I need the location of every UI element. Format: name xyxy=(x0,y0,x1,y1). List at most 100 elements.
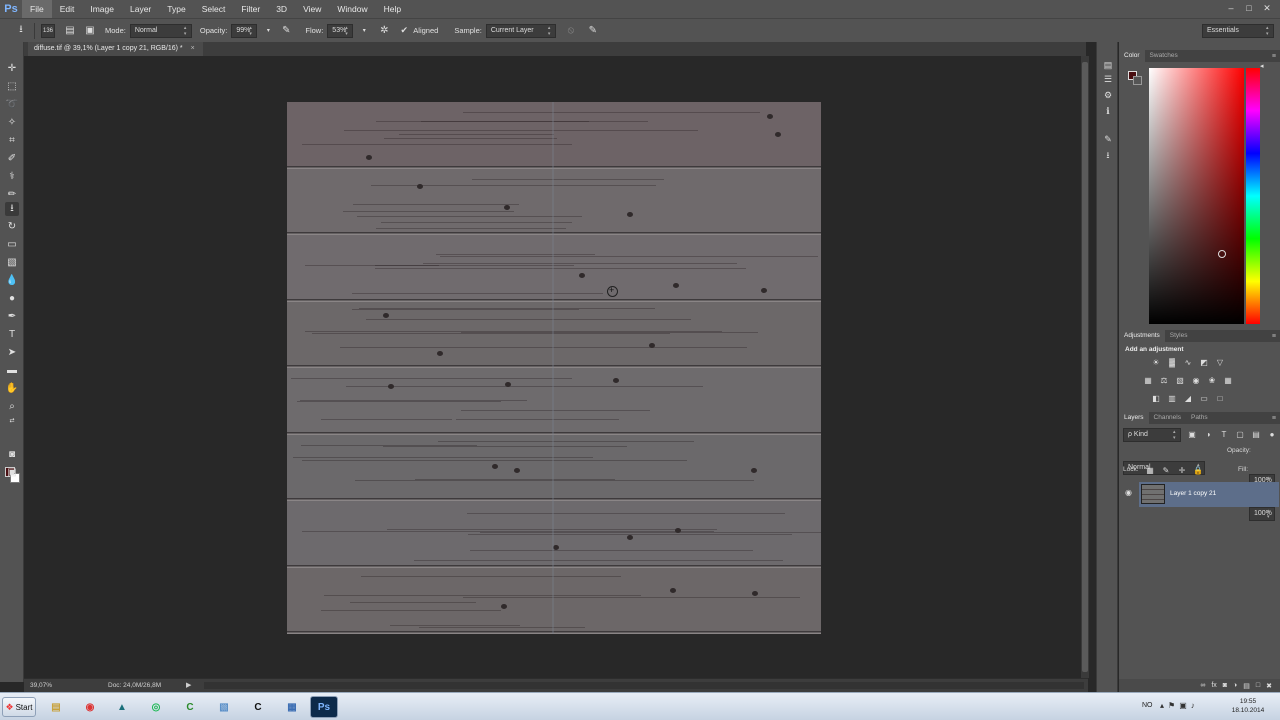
panel-menu-icon[interactable]: ≡ xyxy=(1272,415,1276,422)
selective-color-icon[interactable]: □ xyxy=(1215,394,1225,404)
lock-image-icon[interactable]: ✎ xyxy=(1161,466,1171,476)
sample-select[interactable]: Current Layer xyxy=(485,23,556,38)
photoshop-taskbar-icon[interactable]: Ps xyxy=(310,696,338,718)
type-tool-icon[interactable]: T xyxy=(5,328,19,342)
start-button[interactable]: ❖ Start xyxy=(2,697,36,717)
tab-channels[interactable]: Channels xyxy=(1149,412,1186,424)
filter-smart-object-icon[interactable]: ▤ xyxy=(1251,430,1261,440)
tab-color[interactable]: Color xyxy=(1119,50,1145,62)
clone-stamp-tool-icon[interactable]: ⭳ xyxy=(5,202,19,216)
gradient-tool-icon[interactable]: ▧ xyxy=(5,256,19,270)
input-language[interactable]: NO xyxy=(1142,702,1153,709)
brush-tool-icon[interactable]: ✏ xyxy=(5,188,19,202)
photo-filter-icon[interactable]: ◉ xyxy=(1191,376,1201,386)
clone-source-panel-icon[interactable]: ⭳ xyxy=(1101,148,1115,162)
aligned-checkbox[interactable]: ✔ xyxy=(397,24,411,38)
levels-icon[interactable]: ▓ xyxy=(1167,358,1177,368)
ignore-adjustment-layers-icon[interactable]: ⦸ xyxy=(564,24,578,38)
document-tab[interactable]: diffuse.tif @ 39,1% (Layer 1 copy 21, RG… xyxy=(28,42,203,56)
close-document-icon[interactable]: × xyxy=(191,45,195,52)
app-taskbar-icon[interactable]: ▲ xyxy=(108,696,136,718)
menu-3d[interactable]: 3D xyxy=(268,0,295,18)
pressure-size-icon[interactable]: ✎ xyxy=(586,24,600,38)
zoom-level[interactable]: 39,07% xyxy=(30,682,52,689)
color-lookup-icon[interactable]: ▦ xyxy=(1223,376,1233,386)
screen-mode-icon[interactable]: ▣ xyxy=(5,466,19,480)
new-layer-icon[interactable]: □ xyxy=(1256,682,1260,689)
pen-tool-icon[interactable]: ✒ xyxy=(5,310,19,324)
menu-type[interactable]: Type xyxy=(159,0,193,18)
vertical-scrollbar[interactable] xyxy=(1081,56,1089,678)
menu-file[interactable]: File xyxy=(22,0,52,18)
panel-menu-icon[interactable]: ≡ xyxy=(1272,333,1276,340)
delete-layer-icon[interactable]: ✖ xyxy=(1266,682,1272,690)
toggle-brush-panel-icon[interactable]: ▤ xyxy=(63,24,77,38)
move-tool-icon[interactable]: ✛ xyxy=(5,62,19,76)
explorer-taskbar-icon[interactable]: ▤ xyxy=(42,696,70,718)
new-group-icon[interactable]: ▤ xyxy=(1243,682,1250,690)
wood-texture-image[interactable] xyxy=(287,102,821,634)
layer-style-icon[interactable]: fx xyxy=(1211,682,1216,689)
workspace-switcher[interactable]: Essentials xyxy=(1202,24,1274,38)
layer-row-selected[interactable]: Layer 1 copy 21 xyxy=(1139,482,1279,507)
filter-pixel-icon[interactable]: ▣ xyxy=(1187,430,1197,440)
filter-shape-icon[interactable]: ▢ xyxy=(1235,430,1245,440)
quick-mask-icon[interactable]: ◙ xyxy=(5,448,19,462)
crop-tool-icon[interactable]: ⌗ xyxy=(5,134,19,148)
pressure-opacity-icon[interactable]: ✎ xyxy=(279,24,293,38)
terminal-taskbar-icon[interactable]: C xyxy=(244,696,272,718)
brightness-contrast-icon[interactable]: ☀ xyxy=(1151,358,1161,368)
close-window-button[interactable]: ✕ xyxy=(1260,2,1274,14)
hue-saturation-icon[interactable]: ▦ xyxy=(1143,376,1153,386)
filter-type-icon[interactable]: T xyxy=(1219,430,1229,440)
eraser-tool-icon[interactable]: ▭ xyxy=(5,238,19,252)
menu-layer[interactable]: Layer xyxy=(122,0,159,18)
path-selection-tool-icon[interactable]: ➤ xyxy=(5,346,19,360)
layer-filter-kind-select[interactable]: ρ Kind xyxy=(1123,428,1181,442)
spotify-taskbar-icon[interactable]: ◎ xyxy=(142,696,170,718)
tab-paths[interactable]: Paths xyxy=(1186,412,1213,424)
horizontal-scrollbar[interactable] xyxy=(204,682,1084,689)
exposure-icon[interactable]: ◩ xyxy=(1199,358,1209,368)
flow-field[interactable]: 53% xyxy=(327,23,354,38)
toggle-clone-source-panel-icon[interactable]: ▣ xyxy=(83,24,97,38)
blur-tool-icon[interactable]: 💧 xyxy=(5,274,19,288)
airbrush-icon[interactable]: ✲ xyxy=(377,24,391,38)
opacity-dropdown-arrow-icon[interactable]: ▾ xyxy=(261,24,275,38)
hue-slider[interactable] xyxy=(1246,68,1260,324)
brush-size-picker[interactable]: 136 xyxy=(41,23,55,38)
marquee-tool-icon[interactable]: ⬚ xyxy=(5,80,19,94)
channel-mixer-icon[interactable]: ❀ xyxy=(1207,376,1217,386)
lasso-tool-icon[interactable]: ➰ xyxy=(5,98,19,112)
link-layers-icon[interactable]: ∞ xyxy=(1200,682,1205,689)
info-panel-icon[interactable]: ℹ xyxy=(1101,104,1115,118)
panel-background-swatch[interactable] xyxy=(1133,76,1142,85)
opacity-field[interactable]: 99% xyxy=(231,23,258,38)
menu-window[interactable]: Window xyxy=(329,0,375,18)
tab-adjustments[interactable]: Adjustments xyxy=(1119,330,1165,342)
film-taskbar-icon[interactable]: ▦ xyxy=(278,696,306,718)
healing-brush-tool-icon[interactable]: ⚕ xyxy=(5,170,19,184)
tab-styles[interactable]: Styles xyxy=(1165,330,1193,342)
layer-fill-field[interactable]: 100% xyxy=(1249,507,1275,521)
filter-toggle-icon[interactable]: ● xyxy=(1267,430,1277,440)
swap-colors-icon[interactable]: ⇄ xyxy=(5,414,19,428)
actions-panel-icon[interactable]: ⚙ xyxy=(1101,88,1115,102)
folder-taskbar-icon[interactable]: ▧ xyxy=(210,696,238,718)
menu-view[interactable]: View xyxy=(295,0,329,18)
black-white-icon[interactable]: ▧ xyxy=(1175,376,1185,386)
history-brush-tool-icon[interactable]: ↻ xyxy=(5,220,19,234)
quick-select-tool-icon[interactable]: ✧ xyxy=(5,116,19,130)
lock-all-icon[interactable]: 🔒 xyxy=(1193,466,1203,476)
brush-panel-icon[interactable]: ✎ xyxy=(1101,132,1115,146)
dodge-tool-icon[interactable]: ● xyxy=(5,292,19,306)
eyedropper-tool-icon[interactable]: ✐ xyxy=(5,152,19,166)
menu-edit[interactable]: Edit xyxy=(52,0,83,18)
add-mask-icon[interactable]: ◙ xyxy=(1223,682,1227,689)
properties-panel-icon[interactable]: ☰ xyxy=(1101,72,1115,86)
gradient-map-icon[interactable]: ▭ xyxy=(1199,394,1209,404)
hand-tool-icon[interactable]: ✋ xyxy=(5,382,19,396)
mode-select[interactable]: Normal xyxy=(129,23,192,38)
rectangle-tool-icon[interactable]: ▬ xyxy=(5,364,19,378)
zoom-tool-icon[interactable]: ⌕ xyxy=(5,400,19,414)
